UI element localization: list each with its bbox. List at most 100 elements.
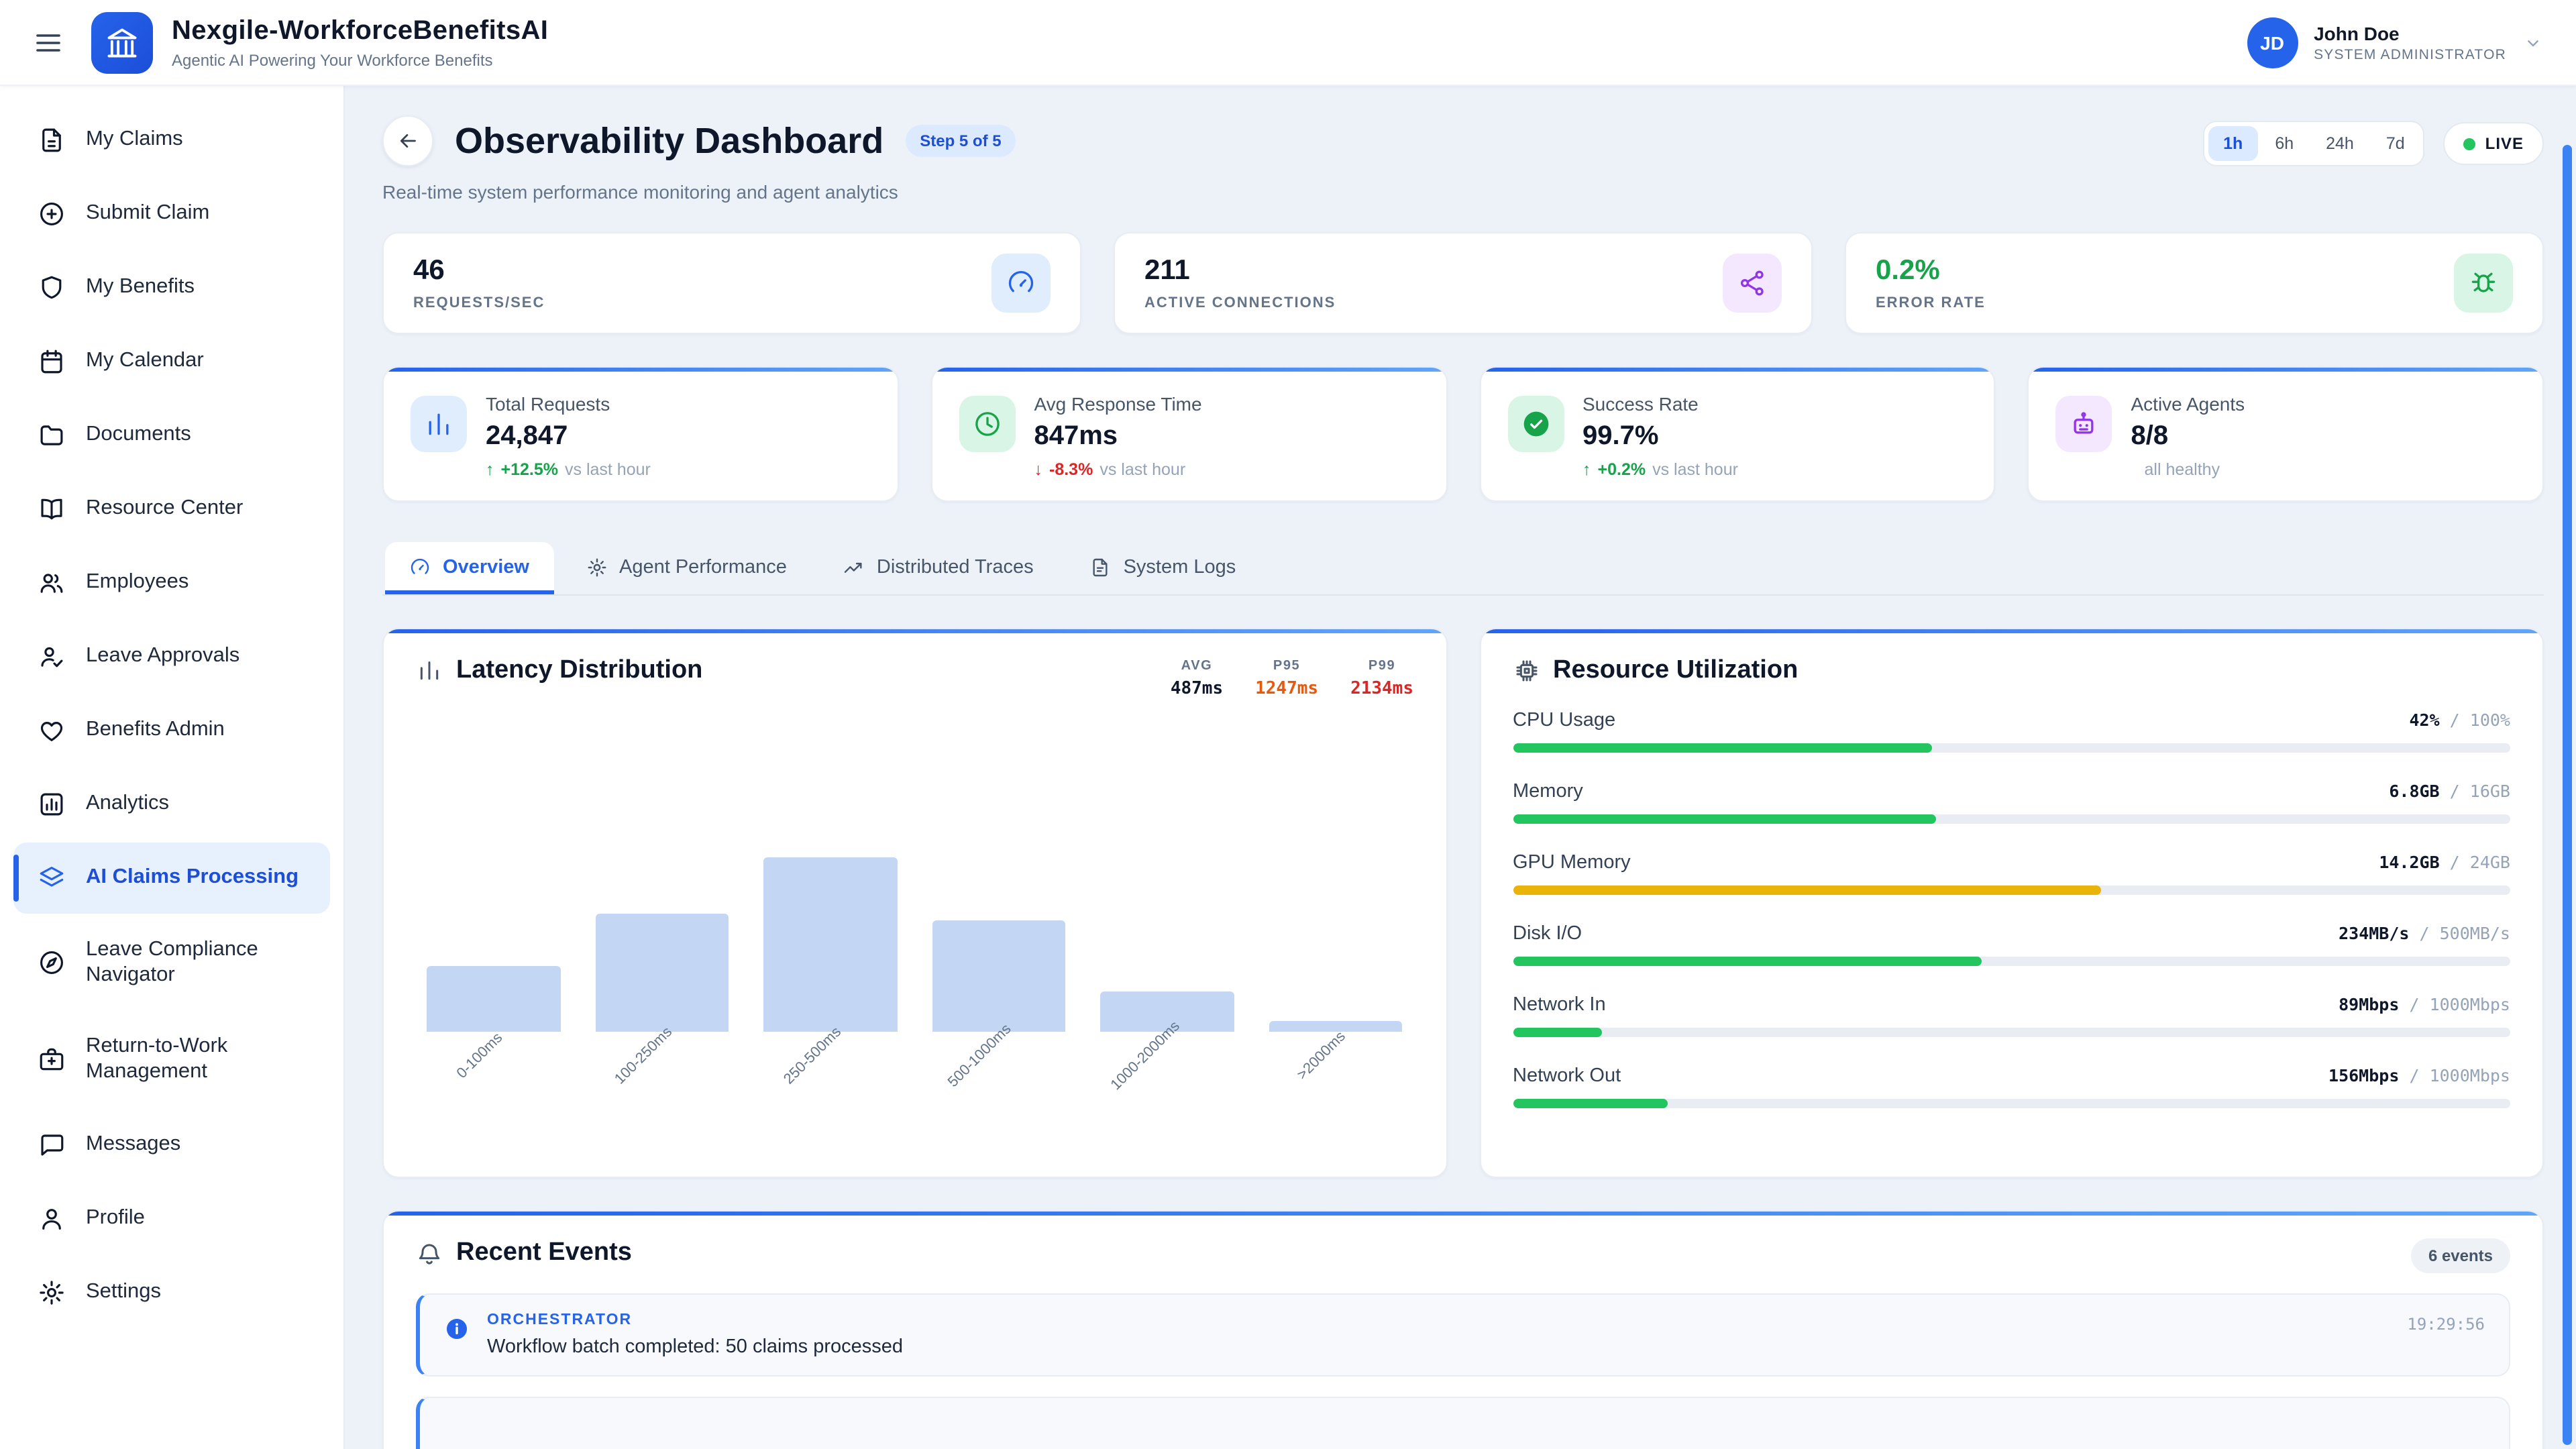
panel-title: Latency Distribution [416, 656, 702, 686]
tab-distributed-traces[interactable]: Distributed Traces [819, 542, 1058, 594]
bug-icon [2469, 268, 2498, 298]
avatar[interactable]: JD [2247, 17, 2298, 68]
gauge-icon [409, 557, 431, 578]
delta-note: vs last hour [1652, 460, 1738, 479]
latency-bucket: 100-250ms [595, 712, 729, 1032]
event-item[interactable]: ORCHESTRATOR Workflow batch completed: 5… [416, 1293, 2510, 1377]
sidebar-item-employees[interactable]: Employees [13, 547, 330, 619]
chevron-down-icon[interactable] [2522, 32, 2544, 53]
panel-title: Recent Events [416, 1238, 632, 1268]
sidebar-item-label: Submit Claim [86, 201, 209, 227]
metric-value: 8/8 [2131, 421, 2245, 452]
resource-row-disk-io: Disk I/O 234MB/s500MB/s [1513, 923, 2510, 966]
calendar-icon [38, 347, 66, 376]
stat-card-error-rate: 0.2% ERROR RATE [1845, 232, 2544, 334]
metric-cards-row: Total Requests 24,847 ↑ +12.5% vs last h… [382, 366, 2544, 502]
progress-track [1513, 814, 2510, 824]
latency-stats: AVG 487ms P95 1247ms P99 2134ms [1171, 659, 1413, 699]
page-header-right: 1h 6h 24h 7d LIVE [2203, 121, 2544, 166]
metric-title: Total Requests [486, 393, 651, 415]
clock-icon [973, 409, 1002, 439]
top-bar: Nexgile-WorkforceBenefitsAI Agentic AI P… [0, 0, 2576, 86]
sidebar-item-analytics[interactable]: Analytics [13, 769, 330, 840]
sidebar-item-label: Settings [86, 1279, 161, 1305]
tab-overview[interactable]: Overview [385, 542, 553, 594]
sidebar-item-label: Messages [86, 1132, 180, 1157]
sidebar-item-return-to-work-management[interactable]: Return-to-Work Management [13, 1013, 330, 1107]
panels-row: Latency Distribution AVG 487ms P95 1247m… [382, 628, 2544, 1178]
metric-delta: ↓ -8.3% vs last hour [1034, 460, 1202, 479]
bank-icon [105, 25, 140, 60]
sidebar-item-label: AI Claims Processing [86, 865, 299, 891]
time-range-24h[interactable]: 24h [2311, 126, 2369, 161]
sidebar-item-label: My Calendar [86, 349, 204, 374]
page-subtitle: Real-time system performance monitoring … [382, 181, 1016, 203]
sidebar-item-label: Documents [86, 423, 191, 448]
arrow-left-icon [396, 129, 420, 153]
sidebar: My Claims Submit Claim My Benefits My Ca… [0, 86, 345, 1449]
bar-chart-icon [424, 409, 453, 439]
user-menu[interactable]: JD John Doe SYSTEM ADMINISTRATOR [2247, 17, 2544, 68]
metric-value: 99.7% [1582, 421, 1738, 452]
metric-card-active-agents: Active Agents 8/8 all healthy [2028, 366, 2544, 502]
tab-system-logs[interactable]: System Logs [1066, 542, 1260, 594]
sidebar-item-leave-compliance-navigator[interactable]: Leave Compliance Navigator [13, 916, 330, 1010]
bucket-label: 250-500ms [781, 1024, 845, 1088]
stat-card-requests-per-sec: 46 REQUESTS/SEC [382, 232, 1081, 334]
time-range-7d[interactable]: 7d [2371, 126, 2420, 161]
progress-fill [1513, 957, 1982, 966]
bell-icon [416, 1240, 443, 1267]
resource-row-network-in: Network In 89Mbps1000Mbps [1513, 994, 2510, 1037]
live-label: LIVE [2485, 134, 2524, 153]
back-button[interactable] [382, 115, 433, 166]
sidebar-item-profile[interactable]: Profile [13, 1183, 330, 1254]
tab-agent-performance[interactable]: Agent Performance [561, 542, 811, 594]
bar [763, 857, 897, 1032]
gauge-icon [1006, 268, 1036, 298]
menu-icon[interactable] [32, 26, 64, 58]
bar [595, 914, 729, 1032]
sidebar-item-documents[interactable]: Documents [13, 400, 330, 471]
sidebar-item-my-claims[interactable]: My Claims [13, 105, 330, 176]
app-logo [91, 11, 153, 73]
metric-title: Avg Response Time [1034, 393, 1202, 415]
vertical-scrollbar[interactable] [2563, 145, 2572, 1445]
sidebar-item-my-calendar[interactable]: My Calendar [13, 326, 330, 397]
chat-icon [38, 1130, 66, 1159]
tab-bar: Overview Agent Performance Distributed T… [382, 542, 2544, 596]
progress-track [1513, 743, 2510, 753]
event-timestamp: 19:29:56 [2407, 1315, 2485, 1334]
sidebar-item-benefits-admin[interactable]: Benefits Admin [13, 695, 330, 766]
delta-note: all healthy [2145, 460, 2220, 479]
progress-fill [1513, 1099, 1668, 1108]
metric-delta: ↑ +12.5% vs last hour [486, 460, 651, 479]
stat-card-active-connections: 211 ACTIVE CONNECTIONS [1114, 232, 1813, 334]
sidebar-item-resource-center[interactable]: Resource Center [13, 474, 330, 545]
page-header: Observability Dashboard Step 5 of 5 Real… [382, 115, 2544, 203]
sidebar-item-ai-claims-processing[interactable]: AI Claims Processing [13, 843, 330, 914]
sidebar-item-messages[interactable]: Messages [13, 1109, 330, 1180]
bar [932, 920, 1065, 1032]
metric-delta: all healthy [2131, 460, 2245, 479]
stat-label: ACTIVE CONNECTIONS [1144, 295, 1336, 311]
sidebar-item-settings[interactable]: Settings [13, 1256, 330, 1328]
folder-icon [38, 421, 66, 449]
sidebar-item-submit-claim[interactable]: Submit Claim [13, 178, 330, 250]
sidebar-item-label: Profile [86, 1205, 145, 1231]
analytics-chart-icon [38, 790, 66, 818]
latency-bucket: 1000-2000ms [1101, 712, 1234, 1032]
heart-icon [38, 716, 66, 745]
sidebar-item-leave-approvals[interactable]: Leave Approvals [13, 621, 330, 692]
resource-utilization-panel: Resource Utilization CPU Usage 42%100% M… [1479, 628, 2544, 1178]
time-range-6h[interactable]: 6h [2260, 126, 2308, 161]
time-range-1h[interactable]: 1h [2208, 126, 2257, 161]
event-item-partial[interactable] [416, 1397, 2510, 1449]
gear-icon [38, 1278, 66, 1306]
book-icon [38, 495, 66, 523]
delta-arrow-icon: ↓ [1034, 460, 1043, 479]
delta-arrow-icon: ↑ [1582, 460, 1591, 479]
delta-note: vs last hour [565, 460, 651, 479]
sidebar-item-my-benefits[interactable]: My Benefits [13, 252, 330, 323]
latency-stat-p95: P95 1247ms [1255, 659, 1318, 699]
stat-cards-row: 46 REQUESTS/SEC 211 ACTIVE CONNECTIONS 0… [382, 232, 2544, 334]
